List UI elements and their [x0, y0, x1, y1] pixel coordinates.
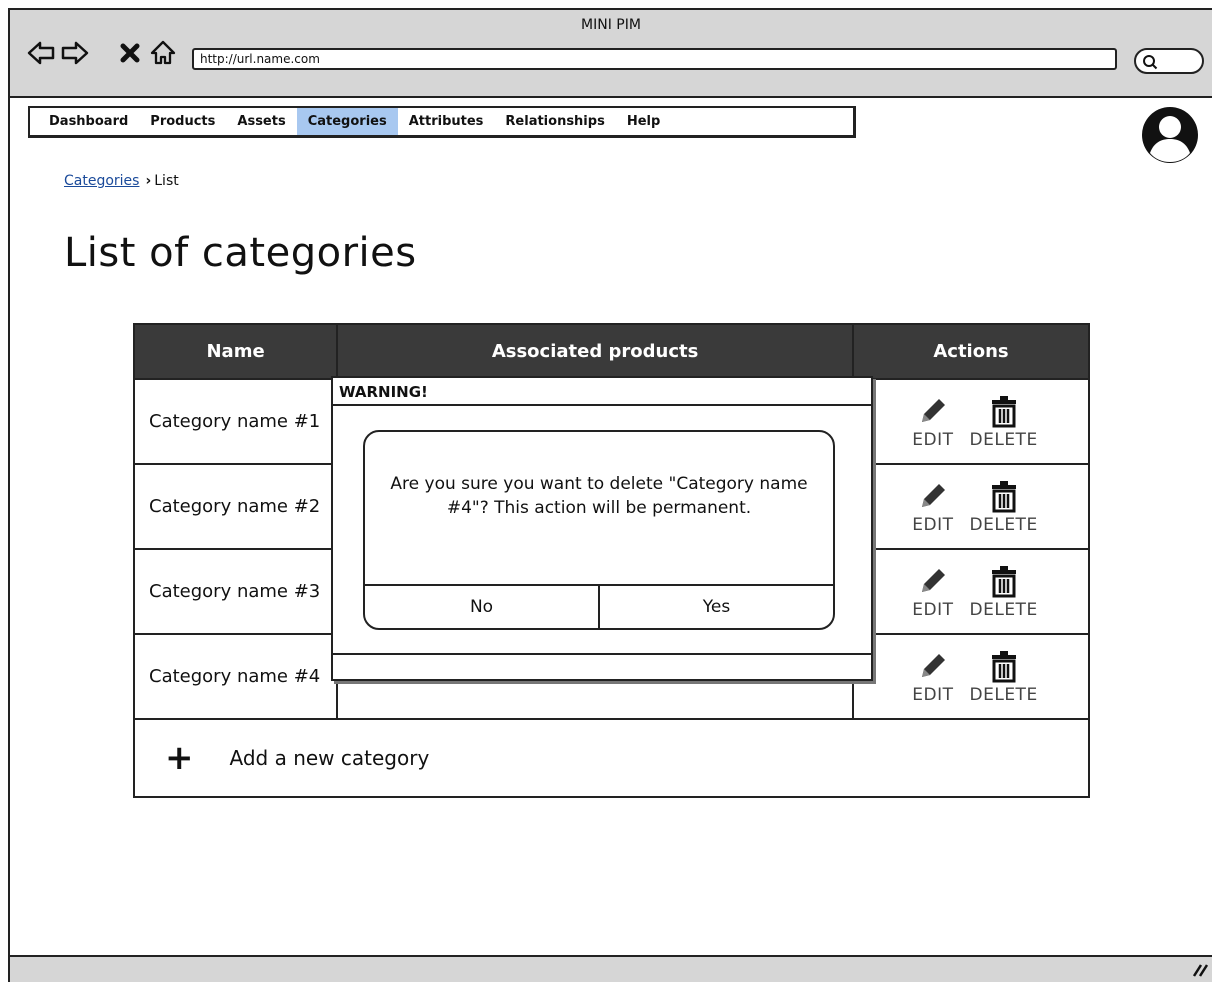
column-header-actions: Actions	[933, 341, 1009, 362]
menu-item-assets[interactable]: Assets	[226, 108, 296, 135]
status-bar	[8, 955, 1212, 982]
window-title: MINI PIM	[581, 17, 641, 33]
category-name-cell: Category name #2	[135, 465, 339, 548]
search-icon	[1143, 55, 1158, 70]
delete-label: DELETE	[969, 599, 1038, 620]
edit-label: EDIT	[912, 514, 954, 535]
actions-cell: EDIT DELETE	[854, 465, 1088, 548]
browser-search-button[interactable]	[1134, 48, 1204, 74]
actions-cell: EDIT DELETE	[854, 550, 1088, 633]
pencil-icon	[921, 398, 945, 422]
add-category-label: Add a new category	[229, 746, 430, 770]
chevron-right-icon: ›	[145, 173, 152, 189]
confirm-message: Are you sure you want to delete "Categor…	[390, 474, 808, 518]
delete-label: DELETE	[969, 684, 1038, 705]
edit-button[interactable]: EDIT	[912, 649, 953, 705]
trash-icon	[991, 480, 1016, 512]
edit-label: EDIT	[912, 429, 954, 450]
delete-label: DELETE	[969, 514, 1038, 535]
main-menu: Dashboard Products Assets Categories Att…	[28, 106, 856, 138]
actions-cell: EDIT DELETE	[854, 380, 1088, 463]
add-category-button[interactable]: + Add a new category	[133, 720, 1090, 798]
trash-icon	[991, 650, 1016, 682]
plus-icon: +	[165, 738, 194, 778]
resize-grip-icon[interactable]	[1190, 963, 1208, 977]
trash-icon	[991, 565, 1016, 597]
edit-button[interactable]: EDIT	[912, 394, 953, 450]
menu-item-dashboard[interactable]: Dashboard	[38, 108, 139, 135]
edit-label: EDIT	[912, 684, 954, 705]
actions-cell: EDIT DELETE	[854, 635, 1088, 718]
column-header-associated-products: Associated products	[338, 325, 854, 378]
breadcrumb-link-categories[interactable]: Categories	[64, 173, 139, 189]
breadcrumb: Categories › List	[64, 173, 179, 189]
back-arrow-icon[interactable]	[26, 38, 56, 68]
confirm-alert: Are you sure you want to delete "Categor…	[363, 430, 835, 630]
column-header-name: Name	[135, 325, 339, 378]
dialog-footer	[333, 653, 871, 679]
page-title: List of categories	[64, 230, 417, 276]
forward-arrow-icon[interactable]	[60, 38, 90, 68]
breadcrumb-current: List	[154, 173, 179, 189]
trash-icon	[991, 395, 1016, 427]
home-icon[interactable]	[148, 38, 178, 68]
edit-label: EDIT	[912, 599, 954, 620]
url-input[interactable]: http://url.name.com	[192, 48, 1117, 70]
category-name-cell: Category name #4	[135, 635, 339, 718]
user-avatar-icon[interactable]	[1139, 104, 1201, 166]
warning-dialog: WARNING! Are you sure you want to delete…	[331, 376, 873, 681]
menu-item-relationships[interactable]: Relationships	[494, 108, 615, 135]
delete-button[interactable]: DELETE	[970, 649, 1038, 705]
pencil-icon	[921, 483, 945, 507]
dialog-title: WARNING!	[333, 378, 871, 406]
table-header: Name Associated products Actions	[133, 323, 1090, 380]
edit-button[interactable]: EDIT	[912, 479, 953, 535]
menu-item-attributes[interactable]: Attributes	[398, 108, 495, 135]
pencil-icon	[921, 568, 945, 592]
category-name-cell: Category name #1	[135, 380, 339, 463]
delete-button[interactable]: DELETE	[970, 394, 1038, 450]
category-name-cell: Category name #3	[135, 550, 339, 633]
delete-button[interactable]: DELETE	[970, 564, 1038, 620]
no-button[interactable]: No	[365, 586, 600, 628]
menu-item-categories[interactable]: Categories	[296, 108, 398, 135]
yes-button[interactable]: Yes	[600, 586, 833, 628]
stop-close-icon[interactable]	[116, 38, 146, 68]
delete-label: DELETE	[969, 429, 1038, 450]
menu-item-products[interactable]: Products	[139, 108, 226, 135]
browser-toolbar: MINI PIM http://url.name.com	[10, 10, 1212, 98]
pencil-icon	[921, 653, 945, 677]
menu-item-help[interactable]: Help	[616, 108, 671, 135]
delete-button[interactable]: DELETE	[970, 479, 1038, 535]
alert-button-bar: No Yes	[365, 584, 833, 628]
edit-button[interactable]: EDIT	[912, 564, 953, 620]
